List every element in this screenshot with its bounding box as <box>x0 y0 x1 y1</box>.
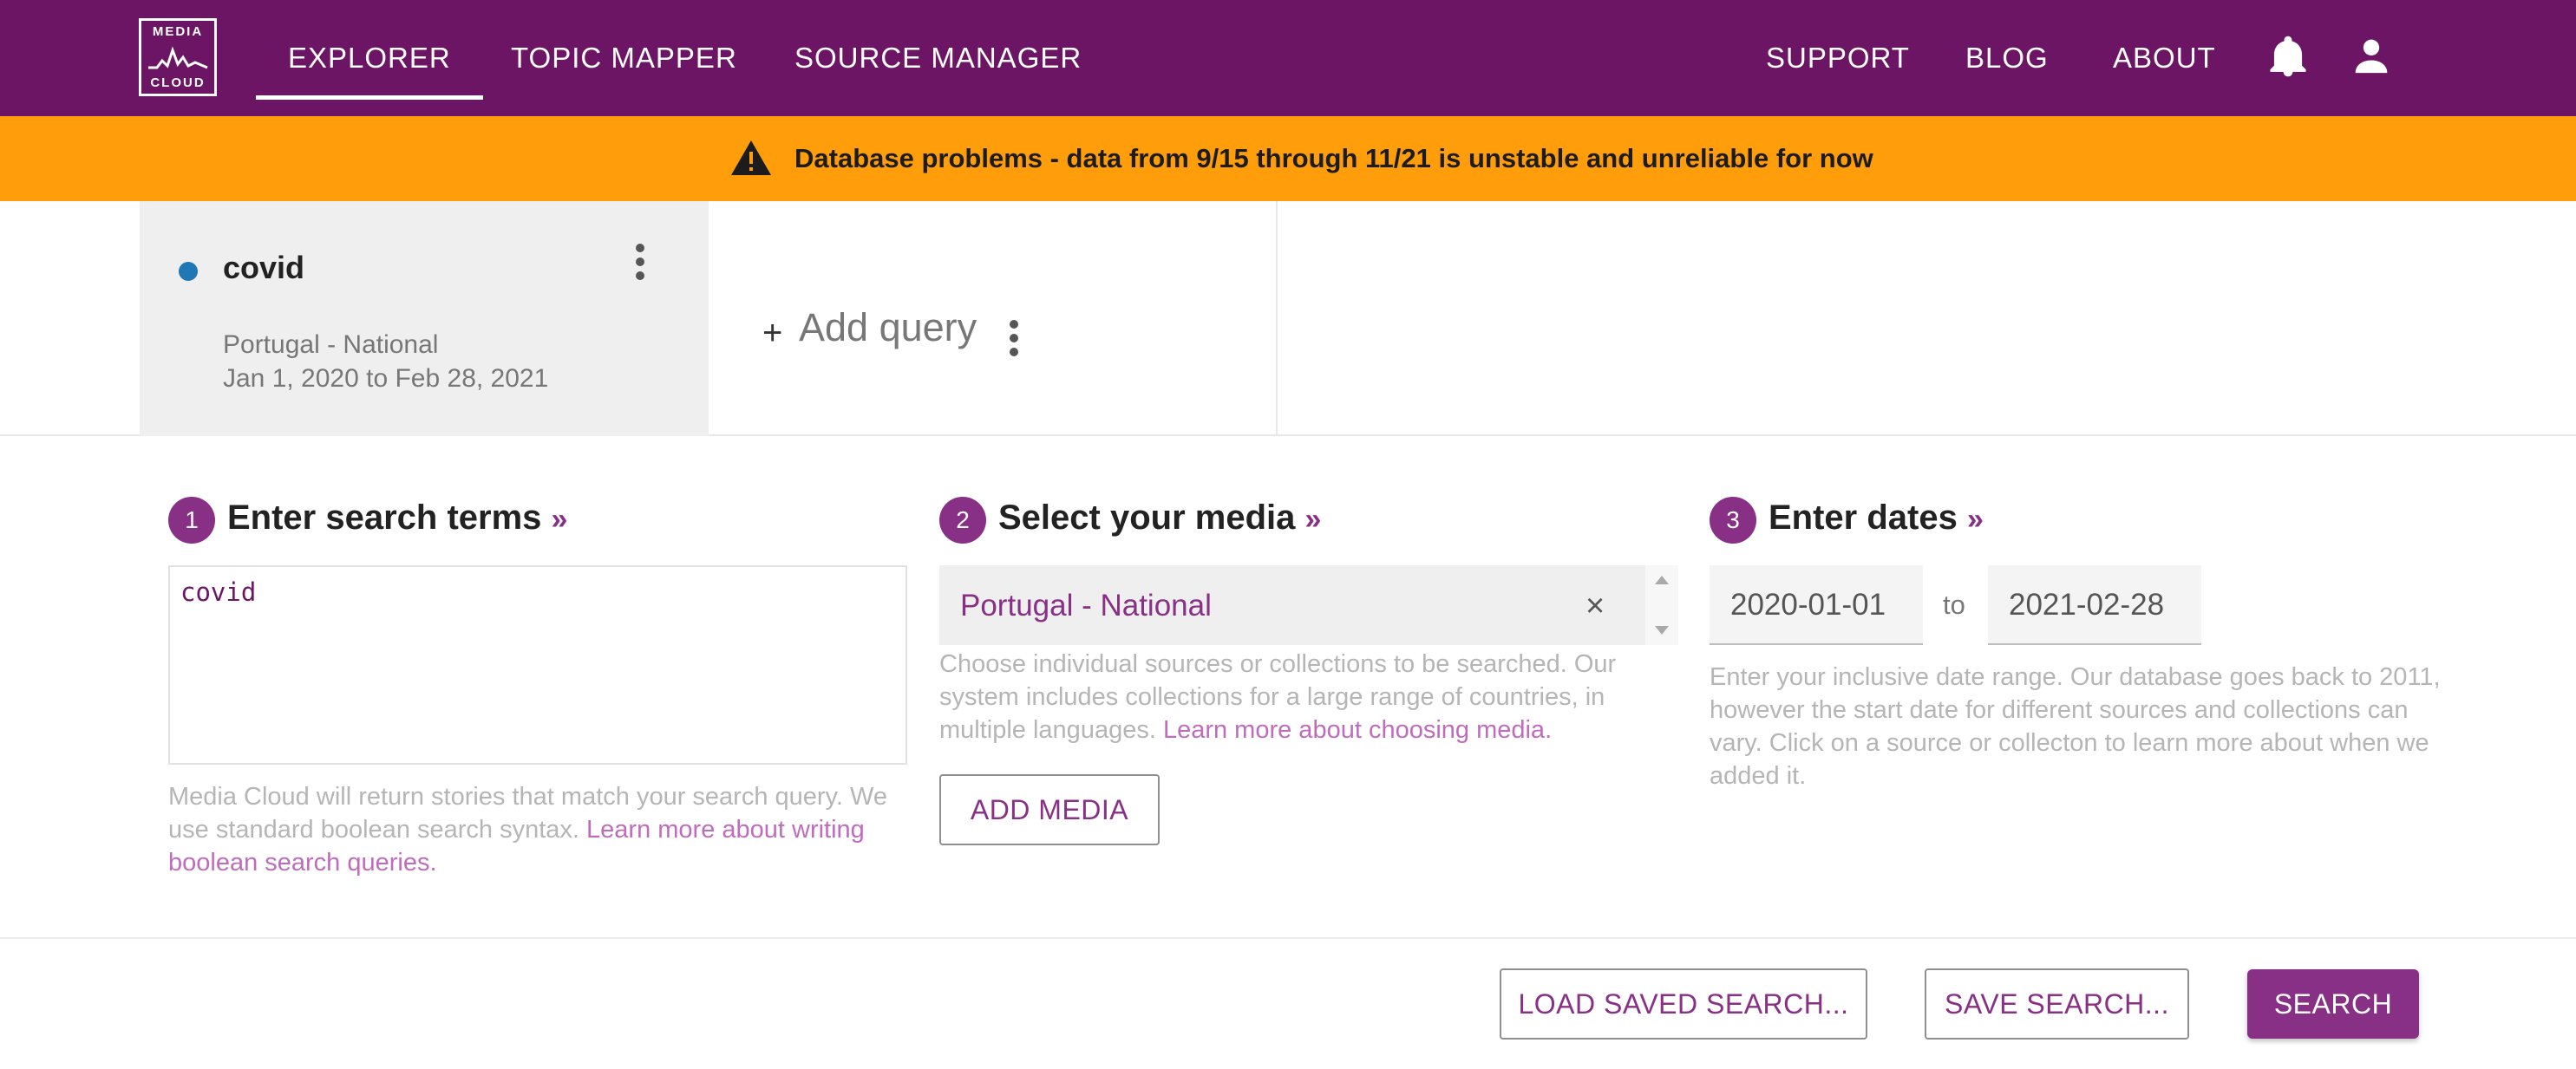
add-query-label[interactable]: Add query <box>799 305 977 350</box>
top-nav-bar: MEDIA CLOUD EXPLORER TOPIC MAPPER SOURCE… <box>0 0 2576 116</box>
start-date-value: 2020-01-01 <box>1730 588 1886 622</box>
nav-about[interactable]: ABOUT <box>2113 0 2216 116</box>
plus-icon[interactable]: + <box>762 314 782 353</box>
end-date-field[interactable]: 2021-02-28 <box>1988 565 2201 645</box>
search-terms-input[interactable]: covid <box>168 565 907 765</box>
query-media: Portugal - National <box>223 330 439 359</box>
search-terms-value: covid <box>180 577 257 607</box>
step-title-text: Enter dates <box>1769 499 1958 537</box>
media-list-scrollbar[interactable] <box>1645 565 1678 645</box>
query-more-icon[interactable] <box>634 243 646 285</box>
query-name: covid <box>223 250 305 285</box>
warning-banner: Database problems - data from 9/15 throu… <box>0 116 2576 201</box>
query-row: covid Portugal - National Jan 1, 2020 to… <box>0 201 2576 436</box>
save-search-button[interactable]: SAVE SEARCH... <box>1925 968 2189 1040</box>
query-color-dot <box>179 262 198 281</box>
add-media-button[interactable]: ADD MEDIA <box>939 774 1160 845</box>
scroll-down-icon[interactable] <box>1655 626 1669 635</box>
double-chevron-right-icon: » <box>551 503 568 536</box>
step-title-text: Select your media <box>998 499 1296 537</box>
dates-help-text: Enter your inclusive date range. Our dat… <box>1710 663 2441 790</box>
step-number: 1 <box>168 497 215 544</box>
end-date-value: 2021-02-28 <box>2009 588 2165 622</box>
logo-wave-icon <box>148 46 208 69</box>
search-help-text: Media Cloud will return stories that mat… <box>168 780 914 879</box>
search-button[interactable]: SEARCH <box>2247 969 2419 1039</box>
double-chevron-right-icon: » <box>1966 503 1984 536</box>
nav-explorer[interactable]: EXPLORER <box>256 0 483 116</box>
double-chevron-right-icon: » <box>1304 503 1322 536</box>
warning-icon <box>729 139 773 181</box>
nav-blog[interactable]: BLOG <box>1965 0 2049 116</box>
start-date-field[interactable]: 2020-01-01 <box>1710 565 1923 645</box>
user-icon[interactable] <box>2352 36 2390 79</box>
bell-icon[interactable] <box>2269 35 2307 82</box>
step-title[interactable]: Enter dates » <box>1769 499 1984 538</box>
date-range-separator: to <box>1943 590 1965 620</box>
banner-message: Database problems - data from 9/15 throu… <box>794 143 1873 173</box>
step-number: 2 <box>939 497 986 544</box>
selected-media-item[interactable]: Portugal - National <box>960 565 1212 647</box>
nav-topic-mapper[interactable]: TOPIC MAPPER <box>511 0 737 116</box>
step-number: 3 <box>1710 497 1756 544</box>
nav-support[interactable]: SUPPORT <box>1766 0 1910 116</box>
query-dates: Jan 1, 2020 to Feb 28, 2021 <box>223 364 549 393</box>
close-icon[interactable]: × <box>1585 565 1605 647</box>
load-saved-search-button[interactable]: LOAD SAVED SEARCH... <box>1500 968 1867 1040</box>
query-card-covid[interactable]: covid Portugal - National Jan 1, 2020 to… <box>140 201 709 436</box>
media-help-text: Choose individual sources or collections… <box>939 648 1677 746</box>
selected-media-list[interactable]: Portugal - National × <box>939 565 1678 645</box>
media-cloud-logo[interactable]: MEDIA CLOUD <box>139 18 217 96</box>
scroll-up-icon[interactable] <box>1655 576 1669 584</box>
step-title[interactable]: Enter search terms » <box>227 499 567 538</box>
query-meta: Portugal - National Jan 1, 2020 to Feb 2… <box>223 328 548 395</box>
nav-source-manager[interactable]: SOURCE MANAGER <box>794 0 1082 116</box>
footer-divider <box>0 937 2576 939</box>
media-help-link[interactable]: Learn more about choosing media. <box>1163 716 1552 744</box>
logo-text-top: MEDIA <box>152 24 204 39</box>
logo-text-bottom: CLOUD <box>150 75 206 90</box>
step-title[interactable]: Select your media » <box>998 499 1321 538</box>
add-query-more-icon[interactable] <box>1008 319 1020 362</box>
add-query-card[interactable]: + Add query <box>709 201 1278 436</box>
step-title-text: Enter search terms <box>227 499 542 537</box>
